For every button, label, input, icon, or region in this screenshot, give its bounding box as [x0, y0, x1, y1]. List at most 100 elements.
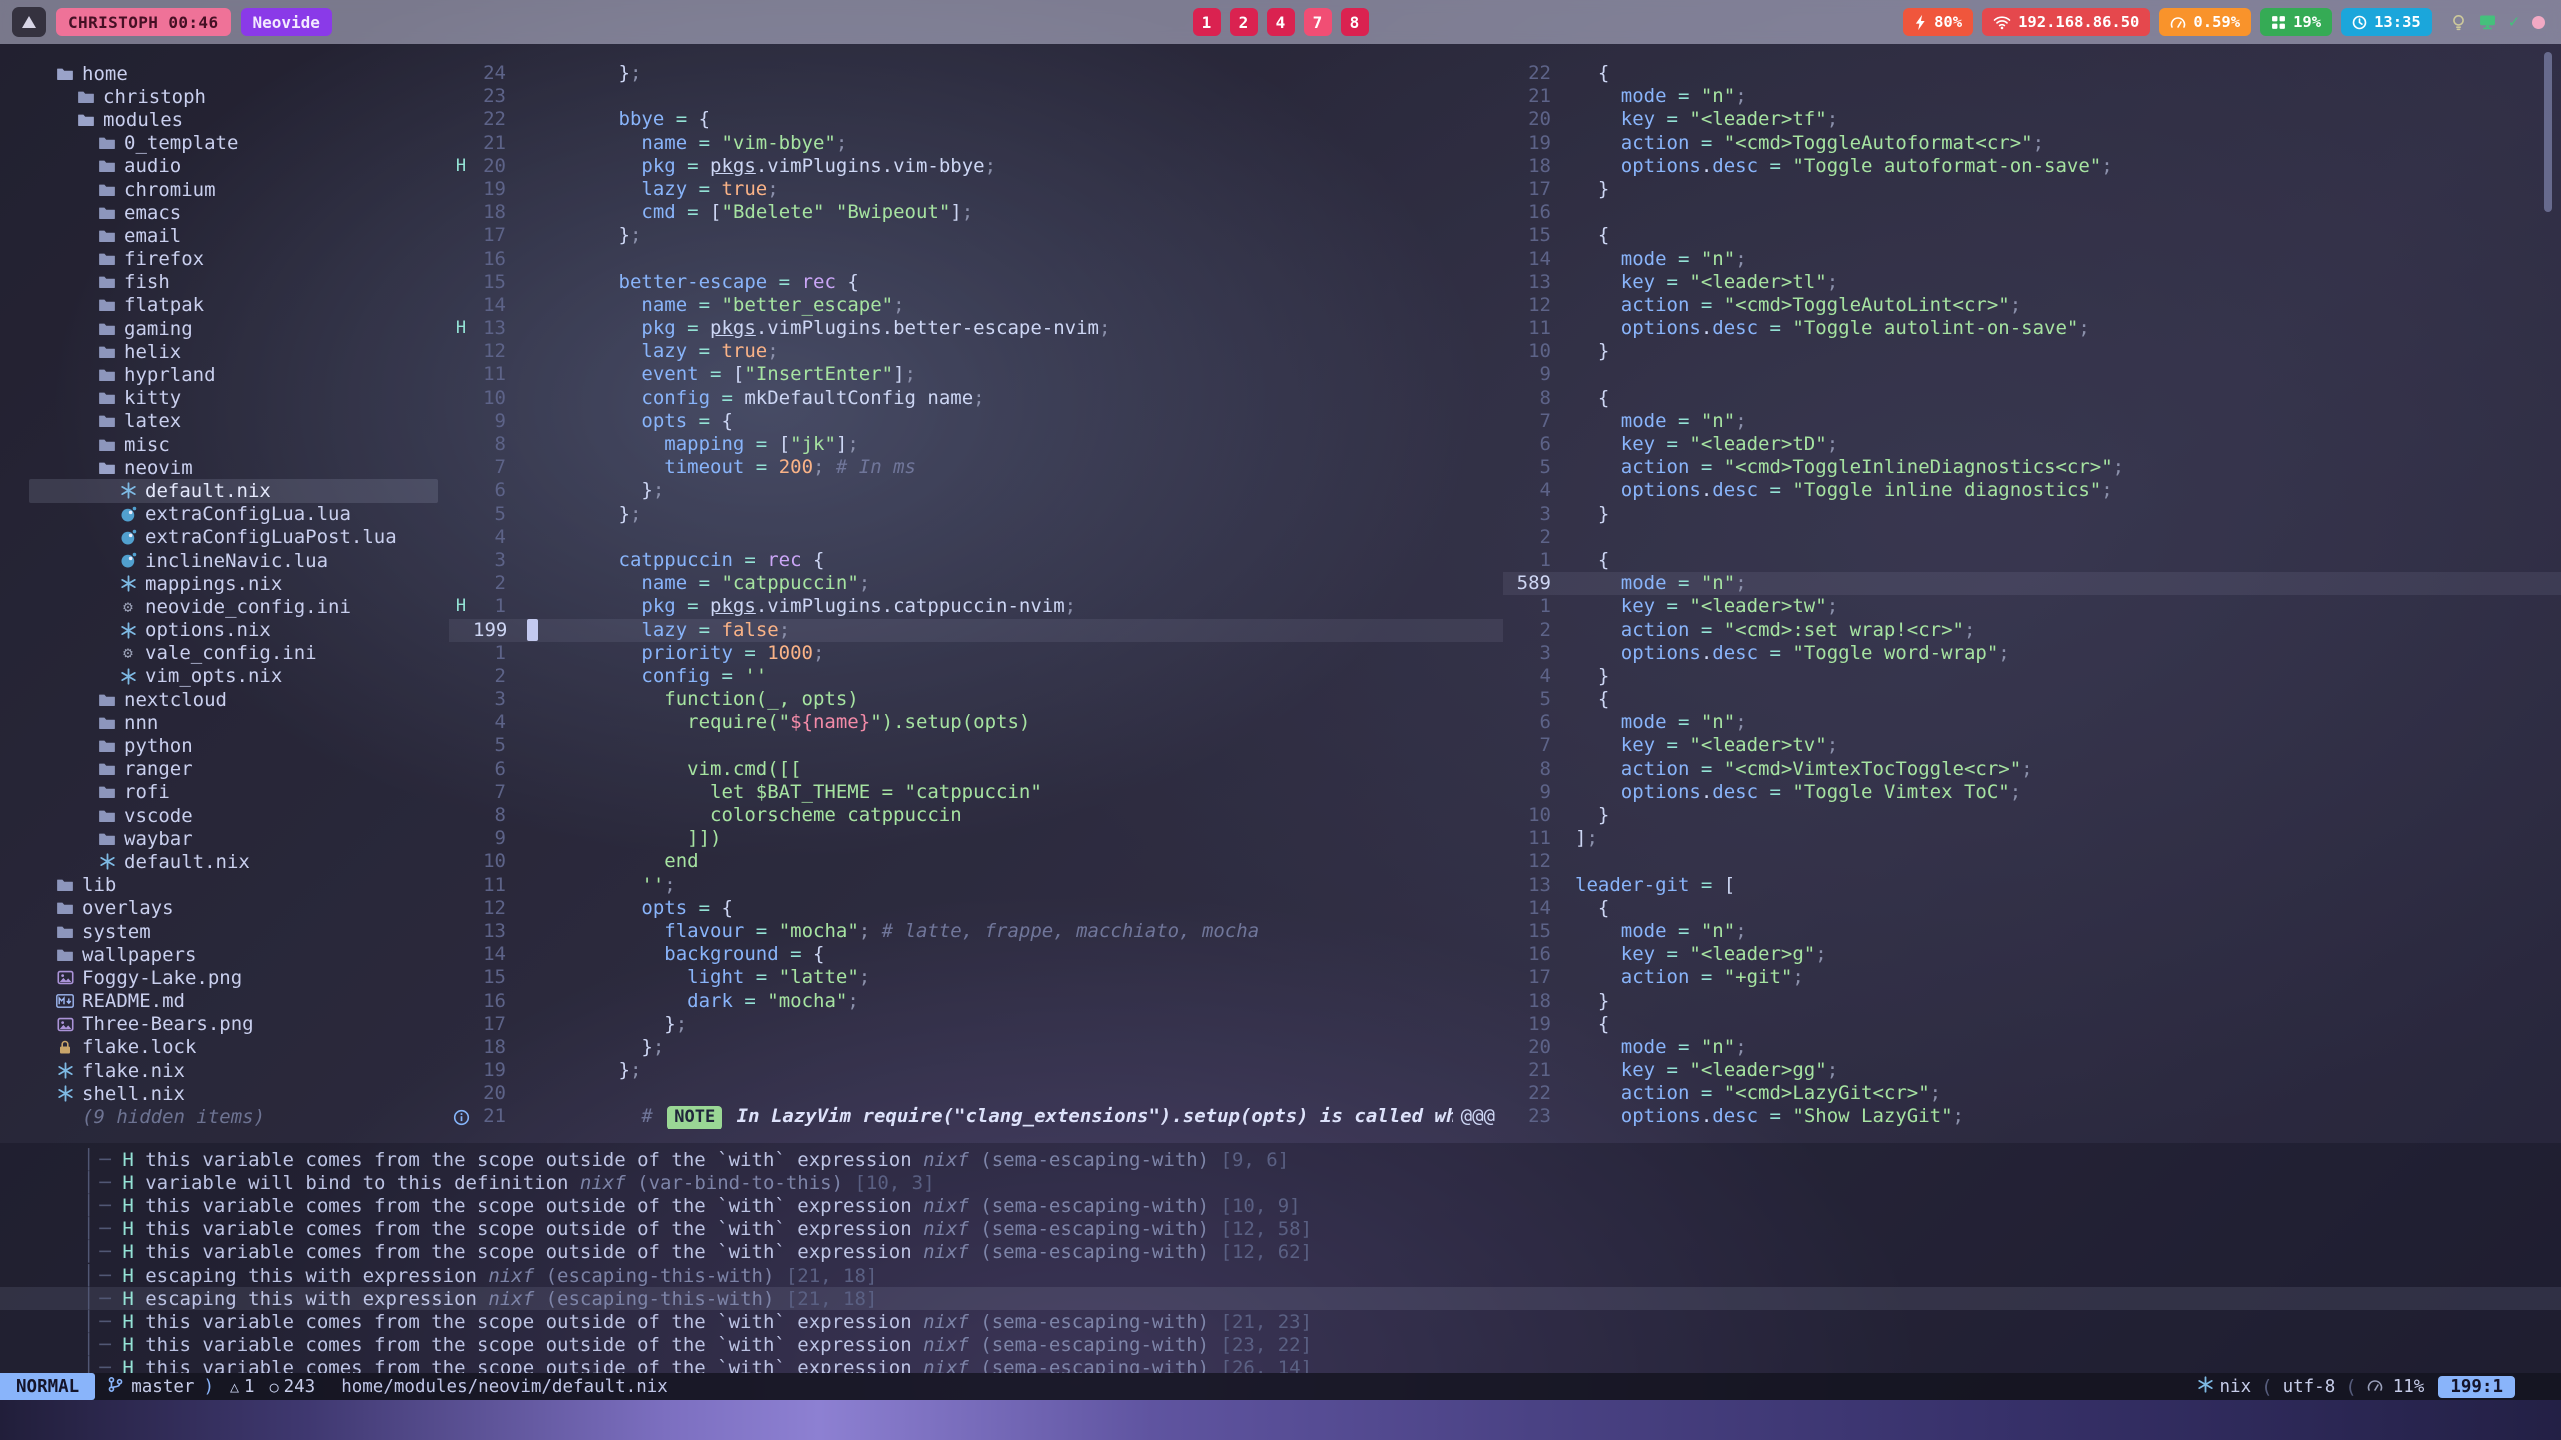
code-line[interactable]: 22 {: [1503, 62, 2561, 85]
code-line[interactable]: 16 key = "<leader>g";: [1503, 943, 2561, 966]
code-line[interactable]: 16: [449, 248, 1503, 271]
tree-item-lib[interactable]: lib: [29, 874, 438, 897]
quickfix-item[interactable]: ▏─ H this variable comes from the scope …: [0, 1218, 2561, 1241]
code-line[interactable]: 1 key = "<leader>tw";: [1503, 595, 2561, 618]
code-line[interactable]: 21 name = "vim-bbye";: [449, 132, 1503, 155]
tree-item-neovim[interactable]: neovim: [29, 456, 438, 479]
quickfix-item[interactable]: ▏─ H this variable comes from the scope …: [0, 1241, 2561, 1264]
tree-item-home[interactable]: home: [29, 62, 438, 85]
code-line[interactable]: 24 };: [449, 62, 1503, 85]
stat-network[interactable]: 192.168.86.50: [1982, 8, 2150, 36]
code-line[interactable]: 10 end: [449, 850, 1503, 873]
stat-cpu[interactable]: 0.59%: [2159, 8, 2251, 36]
code-line[interactable]: 14 mode = "n";: [1503, 248, 2561, 271]
code-line[interactable]: 7 key = "<leader>tv";: [1503, 734, 2561, 757]
code-line[interactable]: H1 pkg = pkgs.vimPlugins.catppuccin-nvim…: [449, 595, 1503, 618]
code-line[interactable]: 18 };: [449, 1036, 1503, 1059]
check-tray-icon[interactable]: ✓: [2509, 12, 2519, 32]
code-line[interactable]: 19 {: [1503, 1013, 2561, 1036]
tree-item-mappings-nix[interactable]: mappings.nix: [29, 572, 438, 595]
code-line[interactable]: 20: [449, 1082, 1503, 1105]
workspace-7[interactable]: 7: [1304, 8, 1332, 36]
code-line[interactable]: 10 }: [1503, 804, 2561, 827]
code-line[interactable]: 9 options.desc = "Toggle Vimtex ToC";: [1503, 781, 2561, 804]
tree-item-helix[interactable]: helix: [29, 340, 438, 363]
tree-item-nextcloud[interactable]: nextcloud: [29, 688, 438, 711]
display-tray-icon[interactable]: [2479, 14, 2496, 30]
code-line[interactable]: 6 mode = "n";: [1503, 711, 2561, 734]
code-line[interactable]: 12 lazy = true;: [449, 340, 1503, 363]
git-branch[interactable]: master ): [107, 1376, 214, 1398]
code-line[interactable]: 13 key = "<leader>tl";: [1503, 271, 2561, 294]
code-line[interactable]: 7 mode = "n";: [1503, 410, 2561, 433]
code-line[interactable]: 19 lazy = true;: [449, 178, 1503, 201]
workspace-8[interactable]: 8: [1341, 8, 1369, 36]
code-line[interactable]: 15 {: [1503, 224, 2561, 247]
code-line[interactable]: 8 {: [1503, 387, 2561, 410]
stat-memory[interactable]: 19%: [2260, 8, 2332, 36]
code-line[interactable]: 22 action = "<cmd>LazyGit<cr>";: [1503, 1082, 2561, 1105]
quickfix-item[interactable]: ▏─ H this variable comes from the scope …: [0, 1194, 2561, 1217]
code-line[interactable]: 17 };: [449, 224, 1503, 247]
code-line[interactable]: 19 };: [449, 1059, 1503, 1082]
tree-item-three-bears-png[interactable]: Three-Bears.png: [29, 1013, 438, 1036]
code-line[interactable]: 2: [1503, 526, 2561, 549]
code-line[interactable]: 21 mode = "n";: [1503, 85, 2561, 108]
code-line[interactable]: 22 bbye = {: [449, 108, 1503, 131]
code-line[interactable]: 4 options.desc = "Toggle inline diagnost…: [1503, 479, 2561, 502]
code-line[interactable]: 17 }: [1503, 178, 2561, 201]
code-line[interactable]: 15 light = "latte";: [449, 966, 1503, 989]
tree-item-emacs[interactable]: emacs: [29, 201, 438, 224]
code-line[interactable]: 11];: [1503, 827, 2561, 850]
tree-item-extraconfiglua-lua[interactable]: extraConfigLua.lua: [29, 503, 438, 526]
code-line[interactable]: 15 mode = "n";: [1503, 920, 2561, 943]
stat-clock[interactable]: 13:35: [2341, 8, 2432, 36]
tree-item-overlays[interactable]: overlays: [29, 897, 438, 920]
code-line[interactable]: H13 pkg = pkgs.vimPlugins.better-escape-…: [449, 317, 1503, 340]
code-line[interactable]: 19 action = "<cmd>ToggleAutoformat<cr>";: [1503, 132, 2561, 155]
code-line[interactable]: 6 key = "<leader>tD";: [1503, 433, 2561, 456]
code-line[interactable]: 13leader-git = [: [1503, 874, 2561, 897]
code-line[interactable]: 16 dark = "mocha";: [449, 990, 1503, 1013]
tree-item-readme-md[interactable]: README.md: [29, 990, 438, 1013]
code-line[interactable]: 8 action = "<cmd>VimtexTocToggle<cr>";: [1503, 758, 2561, 781]
code-line[interactable]: 3 options.desc = "Toggle word-wrap";: [1503, 642, 2561, 665]
tree-item-extraconfigluapost-lua[interactable]: extraConfigLuaPost.lua: [29, 526, 438, 549]
code-line[interactable]: 8 colorscheme catppuccin: [449, 804, 1503, 827]
code-line[interactable]: 8 mapping = ["jk"];: [449, 433, 1503, 456]
tree-item-foggy-lake-png[interactable]: Foggy-Lake.png: [29, 966, 438, 989]
code-line[interactable]: 12: [1503, 850, 2561, 873]
code-line[interactable]: 18 }: [1503, 990, 2561, 1013]
code-line[interactable]: 17 };: [449, 1013, 1503, 1036]
tree-item-nnn[interactable]: nnn: [29, 711, 438, 734]
tree-item-system[interactable]: system: [29, 920, 438, 943]
code-line[interactable]: 21 key = "<leader>gg";: [1503, 1059, 2561, 1082]
code-line[interactable]: 5 };: [449, 503, 1503, 526]
tree-item-9-hidden-items[interactable]: (9 hidden items): [29, 1105, 438, 1128]
code-line[interactable]: 11 options.desc = "Toggle autolint-on-sa…: [1503, 317, 2561, 340]
code-line[interactable]: H20 pkg = pkgs.vimPlugins.vim-bbye;: [449, 155, 1503, 178]
dot-tray-icon[interactable]: [2532, 16, 2545, 29]
code-line[interactable]: 2 config = '': [449, 665, 1503, 688]
code-line[interactable]: 589 mode = "n";: [1503, 572, 2561, 595]
tree-item-fish[interactable]: fish: [29, 271, 438, 294]
tree-item-vim-opts-nix[interactable]: vim_opts.nix: [29, 665, 438, 688]
diagnostics-summary[interactable]: △ 1 ○ 243: [230, 1377, 315, 1397]
workspace-4[interactable]: 4: [1267, 8, 1295, 36]
quickfix-item[interactable]: ▏─ H this variable comes from the scope …: [0, 1310, 2561, 1333]
tree-item-hyprland[interactable]: hyprland: [29, 363, 438, 386]
scrollbar[interactable]: [2544, 52, 2552, 212]
stat-battery[interactable]: 80%: [1903, 8, 1973, 36]
code-line[interactable]: 3 function(_, opts): [449, 688, 1503, 711]
tree-item-rofi[interactable]: rofi: [29, 781, 438, 804]
tree-item-misc[interactable]: misc: [29, 433, 438, 456]
code-line[interactable]: 2 action = "<cmd>:set wrap!<cr>";: [1503, 619, 2561, 642]
code-line[interactable]: 3 }: [1503, 503, 2561, 526]
code-line[interactable]: 20 key = "<leader>tf";: [1503, 108, 2561, 131]
tree-item-gaming[interactable]: gaming: [29, 317, 438, 340]
code-line[interactable]: 2 name = "catppuccin";: [449, 572, 1503, 595]
tree-item-python[interactable]: python: [29, 734, 438, 757]
code-line[interactable]: 23: [449, 85, 1503, 108]
code-line[interactable]: 11 '';: [449, 874, 1503, 897]
tree-item-email[interactable]: email: [29, 224, 438, 247]
